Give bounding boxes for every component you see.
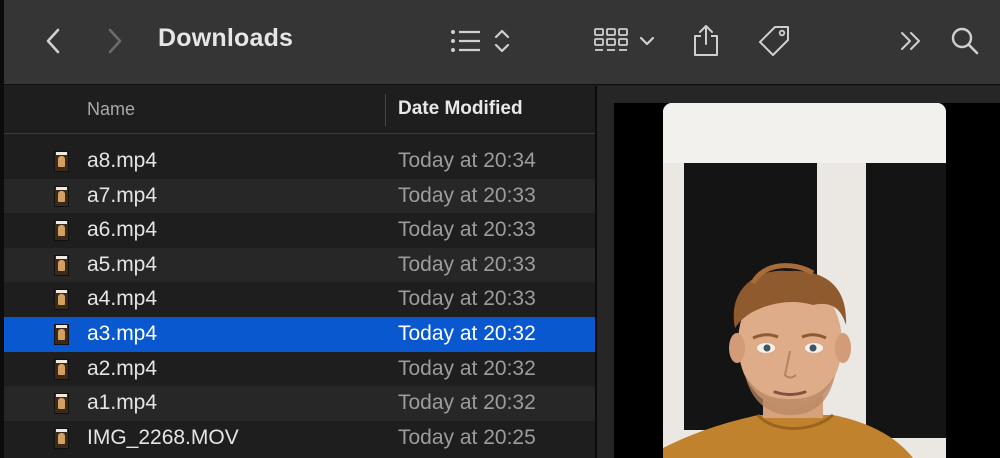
video-file-icon: [54, 427, 69, 449]
file-name: a2.mp4: [87, 356, 158, 380]
preview-pane: [597, 86, 1000, 458]
dropdown-chevron-icon[interactable]: [639, 35, 655, 47]
file-row[interactable]: a5.mp4 Today at 20:33: [4, 247, 595, 283]
file-name: a3.mp4: [87, 321, 158, 345]
file-name: a4.mp4: [87, 287, 158, 311]
video-file-icon: [54, 151, 69, 172]
file-row[interactable]: a1.mp4 Today at 20:32: [4, 386, 595, 421]
video-file-icon: [54, 220, 69, 242]
toolbar: Downloads: [0, 0, 1000, 85]
file-name: IMG_2268.MOV: [87, 425, 239, 449]
file-name: a5.mp4: [87, 252, 158, 276]
video-file-icon: [54, 393, 69, 415]
file-date-modified: Today at 20:34: [398, 149, 536, 172]
file-row[interactable]: a4.mp4 Today at 20:33: [4, 282, 595, 317]
column-header-date-modified[interactable]: Date Modified: [398, 98, 523, 120]
back-chevron-icon[interactable]: [42, 27, 64, 55]
search-icon[interactable]: [950, 26, 980, 56]
file-date-modified: Today at 20:25: [398, 425, 536, 449]
video-file-icon: [54, 323, 69, 345]
window-title: Downloads: [158, 24, 294, 52]
more-chevrons-icon[interactable]: [898, 30, 924, 52]
file-row[interactable]: a8.mp4 Today at 20:34: [4, 144, 595, 179]
file-rows: a8.mp4 Today at 20:34 a7.mp4 Today at 20…: [4, 144, 595, 455]
file-date-modified: Today at 20:32: [398, 356, 536, 380]
video-file-icon: [54, 254, 69, 276]
file-row[interactable]: a2.mp4 Today at 20:32: [4, 352, 595, 387]
icon-grid-view-icon[interactable]: [594, 28, 628, 55]
column-separator[interactable]: [385, 94, 386, 126]
share-icon[interactable]: [692, 22, 720, 58]
file-name: a8.mp4: [87, 149, 158, 172]
list-view-icon[interactable]: [449, 28, 483, 54]
video-file-icon: [54, 358, 69, 380]
file-name: a7.mp4: [87, 183, 158, 207]
video-thumbnail-preview: [663, 103, 946, 458]
file-row[interactable]: a7.mp4 Today at 20:33: [4, 178, 595, 214]
video-file-icon: [54, 289, 69, 311]
file-date-modified: Today at 20:33: [398, 252, 536, 276]
file-date-modified: Today at 20:33: [398, 287, 536, 311]
file-row[interactable]: IMG_2268.MOV Today at 20:25: [4, 421, 595, 456]
file-name: a1.mp4: [87, 391, 158, 415]
file-row[interactable]: a6.mp4 Today at 20:33: [4, 213, 595, 248]
tag-icon[interactable]: [756, 24, 792, 58]
file-date-modified: Today at 20:33: [398, 183, 536, 207]
forward-chevron-icon[interactable]: [104, 27, 126, 55]
column-header-name[interactable]: Name: [87, 99, 135, 120]
column-header-row: Name Date Modified: [4, 86, 595, 134]
file-name: a6.mp4: [87, 218, 158, 242]
file-date-modified: Today at 20:32: [398, 391, 536, 415]
file-row-selected[interactable]: a3.mp4 Today at 20:32: [4, 316, 595, 352]
file-list: Name Date Modified a8.mp4 Today at 20:34…: [4, 86, 595, 458]
video-file-icon: [54, 185, 69, 207]
file-date-modified: Today at 20:33: [398, 218, 536, 242]
sort-updown-icon[interactable]: [493, 28, 511, 54]
file-date-modified: Today at 20:32: [398, 321, 536, 345]
